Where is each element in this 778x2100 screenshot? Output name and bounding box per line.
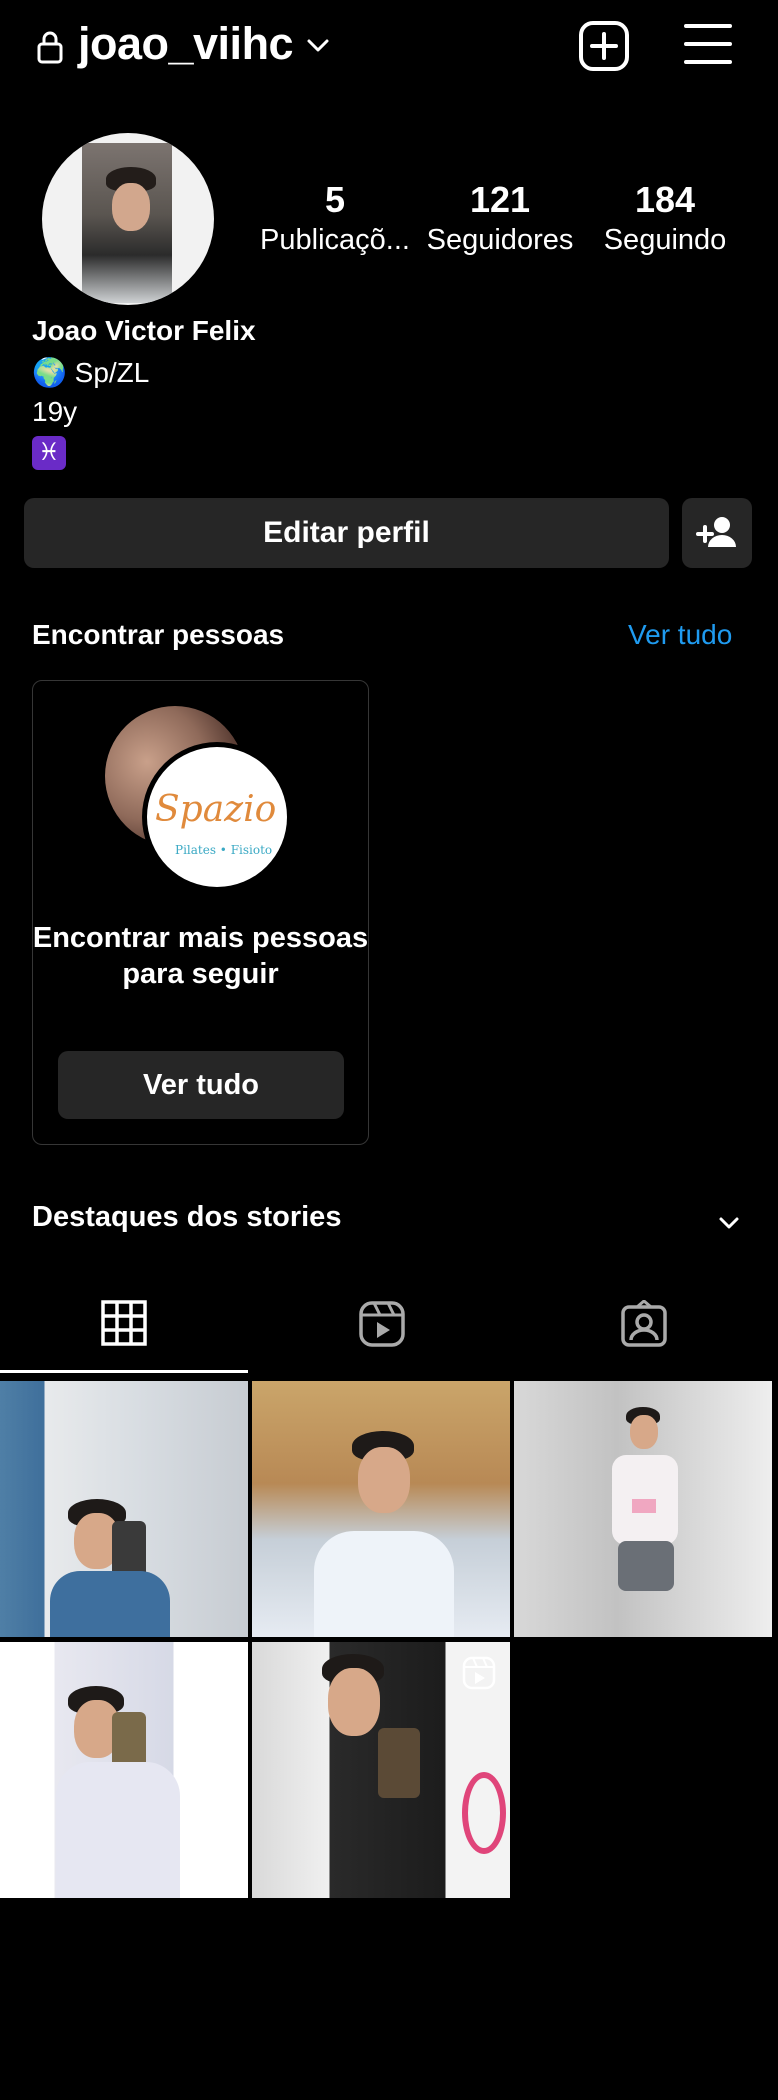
bio-location: 🌍 Sp/ZL [32, 357, 150, 388]
followers-count: 121 [469, 179, 531, 220]
logo-text: Spazio Rea [155, 789, 287, 830]
edit-profile-button[interactable]: Editar perfil [24, 498, 669, 568]
tagged-icon [621, 1300, 667, 1347]
post-thumbnail[interactable] [252, 1381, 510, 1637]
story-highlights-title[interactable]: Destaques dos stories [32, 1201, 341, 1234]
following-label: Seguindo [603, 224, 727, 256]
add-person-icon [696, 517, 736, 547]
posts-stat[interactable]: 5 Publicaçõ... [250, 178, 420, 258]
tab-tagged[interactable] [520, 1290, 768, 1374]
new-post-icon[interactable] [578, 20, 630, 72]
discover-people-button[interactable] [682, 498, 752, 568]
following-count: 184 [634, 179, 696, 220]
profile-avatar[interactable] [42, 133, 214, 305]
posts-count: 5 [324, 179, 346, 220]
profile-name: Joao Victor Felix [32, 315, 256, 346]
tab-reels[interactable] [258, 1290, 506, 1374]
bio-sign: ♓ [32, 436, 66, 470]
tab-selected-indicator [0, 1370, 248, 1373]
following-stat[interactable]: 184 Seguindo [580, 178, 750, 258]
grid-icon [101, 1300, 147, 1346]
post-thumbnail[interactable] [252, 1642, 510, 1898]
posts-label: Publicaçõ... [260, 224, 410, 256]
followers-stat[interactable]: 121 Seguidores [415, 178, 585, 258]
bio-age: 19y [32, 396, 78, 427]
see-all-link[interactable]: Ver tudo [628, 619, 732, 651]
tab-posts-grid[interactable] [0, 1290, 248, 1374]
profile-header: joao_viihc [0, 0, 778, 95]
suggested-avatar-2: Spazio Rea Pilates • Fisioto [142, 742, 292, 892]
username-title[interactable]: joao_viihc [78, 18, 294, 70]
post-thumbnail[interactable] [0, 1381, 248, 1637]
post-thumbnail[interactable] [514, 1381, 772, 1637]
followers-label: Seguidores [426, 224, 574, 256]
chevron-down-icon[interactable] [716, 1210, 742, 1236]
lock-icon [37, 31, 63, 64]
reels-icon [359, 1301, 405, 1347]
menu-icon[interactable] [684, 22, 732, 66]
card-see-all-button[interactable]: Ver tudo [58, 1051, 344, 1119]
logo-subtext: Pilates • Fisioto [175, 843, 273, 857]
find-more-text: Encontrar mais pessoas para seguir [32, 922, 369, 990]
post-thumbnail[interactable] [0, 1642, 248, 1898]
find-people-title: Encontrar pessoas [32, 619, 285, 650]
chevron-down-icon[interactable] [305, 32, 331, 58]
reel-badge-icon [462, 1656, 496, 1690]
